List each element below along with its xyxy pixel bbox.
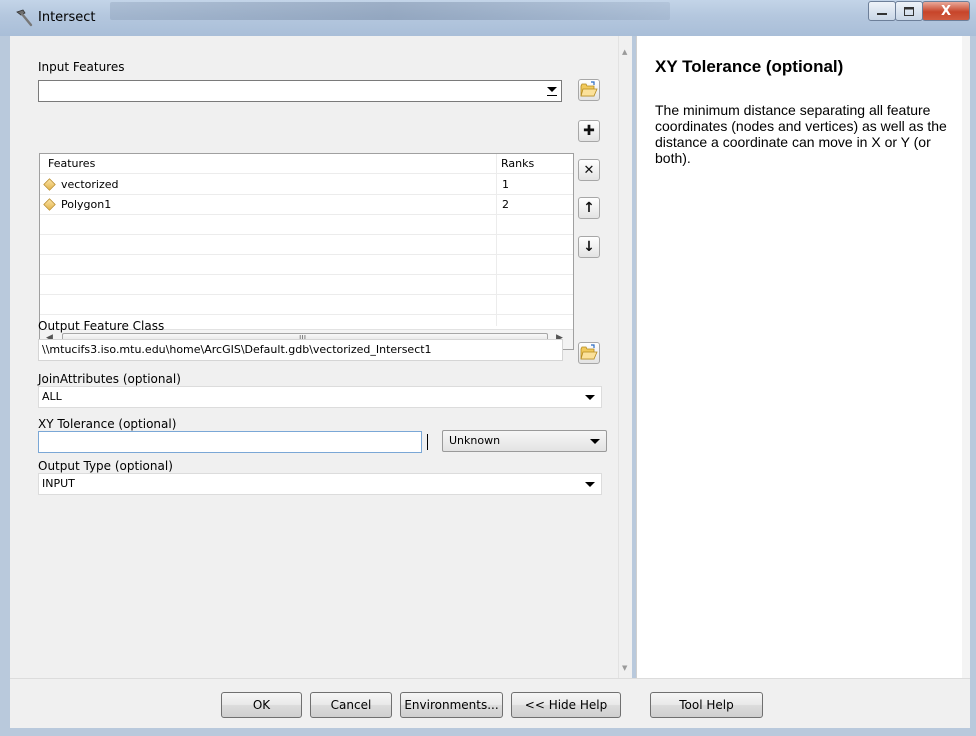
input-features-dropdown-underline [547, 95, 557, 96]
maximize-icon[interactable] [895, 1, 923, 21]
arrow-up-icon: ↑ [583, 200, 595, 216]
output-feature-class-input[interactable]: \\mtucifs3.iso.mtu.edu\home\ArcGIS\Defau… [38, 339, 563, 361]
input-features-browse-button[interactable] [578, 79, 600, 101]
feature-name: Polygon1 [61, 198, 112, 211]
input-features-combo[interactable] [38, 80, 562, 102]
title-bar: Intersect X [0, 0, 976, 36]
plus-icon: ✚ [583, 123, 595, 139]
scroll-down-icon[interactable]: ▼ [622, 664, 627, 672]
polygon-layer-icon [43, 198, 56, 211]
ranks-column-header: Ranks [501, 157, 535, 170]
help-pane: XY Tolerance (optional) The minimum dist… [636, 36, 962, 678]
window-frame-bottom [0, 728, 976, 736]
feature-rank[interactable]: 1 [502, 178, 509, 191]
chevron-down-icon [590, 439, 600, 444]
window-controls: X [868, 1, 970, 21]
join-attributes-label: JoinAttributes (optional) [38, 372, 181, 386]
window-frame-left [0, 36, 10, 736]
hide-help-button[interactable]: << Hide Help [511, 692, 621, 718]
tool-help-button[interactable]: Tool Help [650, 692, 763, 718]
add-row-button[interactable]: ✚ [578, 120, 600, 142]
remove-row-button[interactable]: ✕ [578, 159, 600, 181]
table-row-empty[interactable] [40, 215, 573, 235]
feature-name: vectorized [61, 178, 119, 191]
window-title: Intersect [38, 10, 96, 25]
move-down-button[interactable]: ↓ [578, 236, 600, 258]
table-row-empty[interactable] [40, 275, 573, 295]
output-feature-class-browse-button[interactable] [578, 342, 600, 364]
window-frame-right [970, 36, 976, 736]
help-title: XY Tolerance (optional) [655, 57, 844, 76]
table-header-row: Features Ranks [40, 154, 573, 174]
environments-button[interactable]: Environments... [400, 692, 503, 718]
close-icon: ✕ [583, 162, 595, 178]
folder-open-icon [580, 344, 598, 360]
xy-tolerance-unit-value: Unknown [449, 434, 501, 447]
polygon-layer-icon [43, 178, 56, 191]
parameters-vertical-scrollbar[interactable]: ▲ ▼ [618, 36, 632, 678]
join-attributes-select[interactable]: ALL [38, 386, 602, 408]
table-row-empty[interactable] [40, 255, 573, 275]
table-row-empty[interactable] [40, 235, 573, 255]
xy-tolerance-unit-select[interactable]: Unknown [442, 430, 607, 452]
chevron-down-icon [585, 482, 595, 487]
close-icon[interactable]: X [922, 1, 970, 21]
table-row[interactable]: vectorized 1 [40, 175, 573, 195]
output-feature-class-label: Output Feature Class [38, 319, 165, 333]
help-vertical-scrollbar[interactable] [962, 36, 970, 678]
arrow-down-icon: ↓ [583, 239, 595, 255]
folder-open-icon [580, 81, 598, 97]
ok-button[interactable]: OK [221, 692, 302, 718]
parameters-pane: Input Features Features Ranks vectorized… [10, 36, 618, 678]
move-up-button[interactable]: ↑ [578, 197, 600, 219]
join-attributes-value: ALL [42, 390, 62, 403]
hammer-icon [16, 9, 33, 27]
output-type-label: Output Type (optional) [38, 459, 173, 473]
chevron-down-icon [585, 395, 595, 400]
output-type-value: INPUT [42, 477, 75, 490]
table-row[interactable]: Polygon1 2 [40, 195, 573, 215]
xy-tolerance-input[interactable] [38, 431, 422, 453]
xy-tolerance-label: XY Tolerance (optional) [38, 417, 177, 431]
features-column-header: Features [48, 157, 96, 170]
input-features-label: Input Features [38, 60, 125, 74]
help-description: The minimum distance separating all feat… [655, 102, 947, 166]
dialog-button-bar: OK Cancel Environments... << Hide Help T… [10, 678, 970, 728]
table-row-empty[interactable] [40, 295, 573, 315]
cancel-button[interactable]: Cancel [310, 692, 392, 718]
scroll-up-icon[interactable]: ▲ [622, 48, 627, 56]
minimize-icon[interactable] [868, 1, 896, 21]
input-features-dropdown-icon[interactable] [547, 87, 557, 92]
output-type-select[interactable]: INPUT [38, 473, 602, 495]
title-bar-background-strip [110, 2, 670, 20]
text-cursor [427, 434, 428, 450]
feature-rank[interactable]: 2 [502, 198, 509, 211]
